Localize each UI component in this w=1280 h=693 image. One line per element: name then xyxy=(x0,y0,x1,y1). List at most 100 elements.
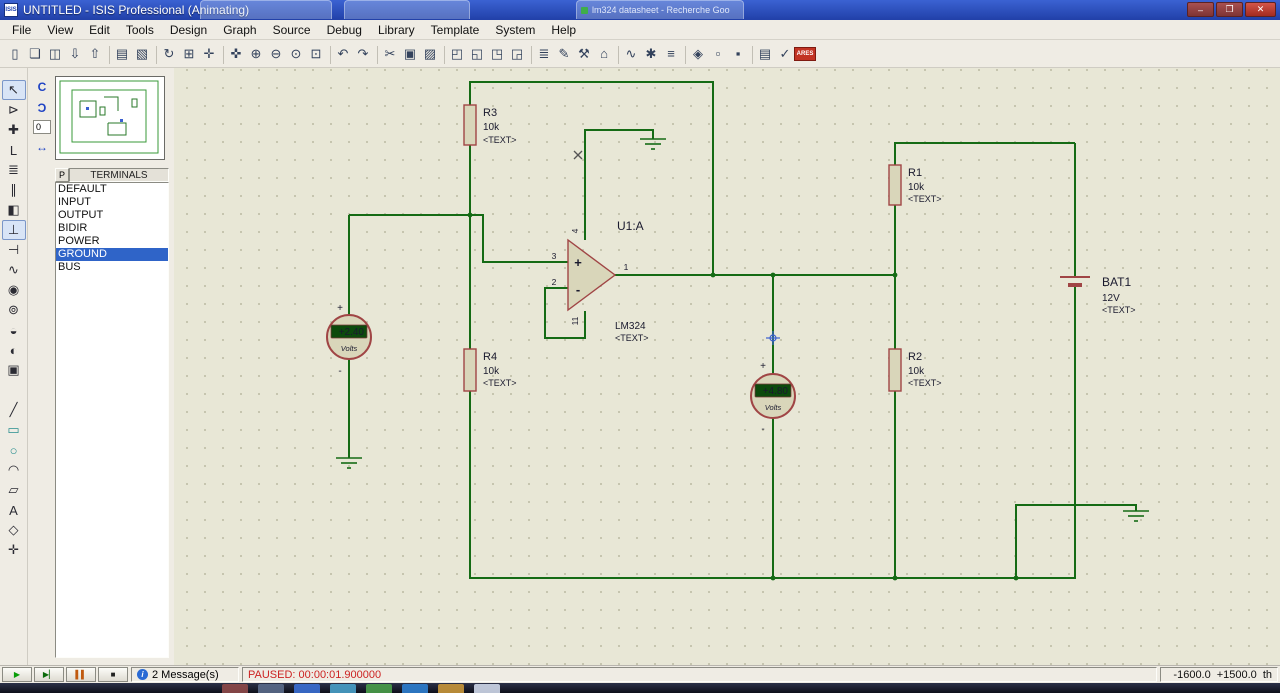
packaging-tool-button[interactable]: ⚒ xyxy=(574,43,594,65)
terminal-default[interactable]: DEFAULT xyxy=(56,183,168,196)
decompose-button[interactable]: ⌂ xyxy=(594,43,614,65)
toggle-grid-button[interactable]: ⊞ xyxy=(179,43,199,65)
print-design-button[interactable]: ▤ xyxy=(112,43,132,65)
component-mode-tool[interactable]: ⊳ xyxy=(2,100,26,120)
virtual-instruments-tool[interactable]: ▣ xyxy=(2,360,26,380)
open-design-button[interactable]: ❏ xyxy=(25,43,45,65)
taskbar-active-app[interactable] xyxy=(474,684,500,693)
redraw-button[interactable]: ↻ xyxy=(159,43,179,65)
editing-canvas[interactable]: R3 10k <TEXT> R4 10k <TEXT> R1 10k <TEXT… xyxy=(174,68,1280,665)
mirror-button[interactable]: ↔ xyxy=(32,138,52,155)
new-sheet-button[interactable]: ▫ xyxy=(708,43,728,65)
terminal-input[interactable]: INPUT xyxy=(56,196,168,209)
stop-button[interactable]: ■ xyxy=(98,667,128,682)
menu-edit[interactable]: Edit xyxy=(81,21,118,39)
taskbar-icon-7[interactable] xyxy=(438,684,464,693)
terminals-mode-tool[interactable]: ⊥ xyxy=(1,220,26,240)
ground-symbol-top[interactable] xyxy=(640,138,666,150)
junction-dot-tool[interactable]: ✚ xyxy=(2,120,26,140)
zoom-area-button[interactable]: ⊡ xyxy=(306,43,326,65)
2d-path-tool[interactable]: ▱ xyxy=(2,480,26,500)
2d-box-tool[interactable]: ▭ xyxy=(2,420,26,440)
probe-marker[interactable] xyxy=(766,331,780,345)
wire-feedback-top[interactable] xyxy=(469,81,714,275)
design-explorer-button[interactable]: ◈ xyxy=(688,43,708,65)
resistor-r1[interactable]: R1 10k <TEXT> xyxy=(888,164,942,206)
taskbar-icon-1[interactable] xyxy=(222,684,248,693)
text-script-tool[interactable]: ≣ xyxy=(2,160,26,180)
taskbar-icon-2[interactable] xyxy=(258,684,284,693)
resistor-r4[interactable]: R4 10k <TEXT> xyxy=(463,348,517,392)
taskbar-icon-3[interactable] xyxy=(294,684,320,693)
block-copy-button[interactable]: ◰ xyxy=(447,43,467,65)
menu-template[interactable]: Template xyxy=(423,21,488,39)
message-panel[interactable]: i 2 Message(s) xyxy=(131,667,239,682)
zoom-in-button[interactable]: ⊕ xyxy=(246,43,266,65)
voltage-probe-tool[interactable]: ◒ xyxy=(2,320,26,340)
wire-label-tool[interactable]: L xyxy=(2,140,26,160)
save-design-button[interactable]: ◫ xyxy=(45,43,65,65)
undo-button[interactable]: ↶ xyxy=(333,43,353,65)
block-move-button[interactable]: ◱ xyxy=(467,43,487,65)
selection-mode-tool[interactable]: ↖ xyxy=(1,80,26,100)
minimize-button[interactable]: – xyxy=(1187,2,1214,17)
2d-symbols-tool[interactable]: ◇ xyxy=(2,520,26,540)
ground-symbol-left[interactable] xyxy=(336,457,362,469)
wire-autorouter-button[interactable]: ∿ xyxy=(621,43,641,65)
wire-ground-right[interactable] xyxy=(1015,504,1137,578)
block-delete-button[interactable]: ◲ xyxy=(507,43,527,65)
tape-recorder-tool[interactable]: ◉ xyxy=(2,280,26,300)
2d-line-tool[interactable]: ╱ xyxy=(2,400,26,420)
background-browser-tab[interactable]: lm324 datasheet - Recherche Goo xyxy=(576,0,744,19)
block-rotate-button[interactable]: ◳ xyxy=(487,43,507,65)
pick-objects-button[interactable]: P xyxy=(55,168,69,182)
terminal-power[interactable]: POWER xyxy=(56,235,168,248)
taskbar-icon-4[interactable] xyxy=(330,684,356,693)
2d-circle-tool[interactable]: ○ xyxy=(2,440,26,460)
bus-tool[interactable]: ∥ xyxy=(2,180,26,200)
remove-sheet-button[interactable]: ▪ xyxy=(728,43,748,65)
background-browser-tab[interactable] xyxy=(344,0,470,19)
menu-help[interactable]: Help xyxy=(543,21,584,39)
false-origin-button[interactable]: ✛ xyxy=(199,43,219,65)
export-section-button[interactable]: ⇧ xyxy=(85,43,105,65)
make-device-button[interactable]: ✎ xyxy=(554,43,574,65)
electrical-rules-check-button[interactable]: ✓ xyxy=(775,43,795,65)
restore-button[interactable]: ❐ xyxy=(1216,2,1243,17)
taskbar-icon-5[interactable] xyxy=(366,684,392,693)
current-probe-tool[interactable]: ◐ xyxy=(2,340,26,360)
rotate-clockwise-button[interactable]: C xyxy=(32,78,52,95)
battery-bat1[interactable]: BAT1 12V <TEXT> xyxy=(1060,275,1136,315)
menu-source[interactable]: Source xyxy=(265,21,319,39)
step-button[interactable]: ▶▏ xyxy=(34,667,64,682)
redo-button[interactable]: ↷ xyxy=(353,43,373,65)
pick-parts-button[interactable]: ≣ xyxy=(534,43,554,65)
bill-of-materials-button[interactable]: ▤ xyxy=(755,43,775,65)
netlist-to-ares-button[interactable]: ARES xyxy=(793,43,817,65)
subcircuit-tool[interactable]: ◧ xyxy=(2,200,26,220)
property-assignment-button[interactable]: ≡ xyxy=(661,43,681,65)
center-at-cursor-button[interactable]: ✜ xyxy=(226,43,246,65)
terminal-output[interactable]: OUTPUT xyxy=(56,209,168,222)
close-button[interactable]: ✕ xyxy=(1245,2,1276,17)
terminal-bidir[interactable]: BIDIR xyxy=(56,222,168,235)
cut-button[interactable]: ✂ xyxy=(380,43,400,65)
menu-tools[interactable]: Tools xyxy=(118,21,162,39)
terminal-ground[interactable]: GROUND xyxy=(56,248,168,261)
rotate-anticlockwise-button[interactable]: Ɔ xyxy=(32,99,52,116)
2d-markers-tool[interactable]: ✛ xyxy=(2,540,26,560)
paste-button[interactable]: ▨ xyxy=(420,43,440,65)
generator-mode-tool[interactable]: ⊚ xyxy=(2,300,26,320)
resistor-r3[interactable]: R3 10k <TEXT> xyxy=(463,104,517,146)
preview-thumbnail[interactable] xyxy=(55,76,165,160)
menu-system[interactable]: System xyxy=(487,21,543,39)
zoom-all-button[interactable]: ⊙ xyxy=(286,43,306,65)
import-section-button[interactable]: ⇩ xyxy=(65,43,85,65)
wire-input-node[interactable] xyxy=(349,214,568,263)
device-pins-tool[interactable]: ⊣ xyxy=(2,240,26,260)
search-and-tag-button[interactable]: ✱ xyxy=(641,43,661,65)
background-browser-tab[interactable] xyxy=(200,0,332,19)
menu-graph[interactable]: Graph xyxy=(215,21,264,39)
menu-design[interactable]: Design xyxy=(162,21,215,39)
resistor-r2[interactable]: R2 10k <TEXT> xyxy=(888,348,942,392)
